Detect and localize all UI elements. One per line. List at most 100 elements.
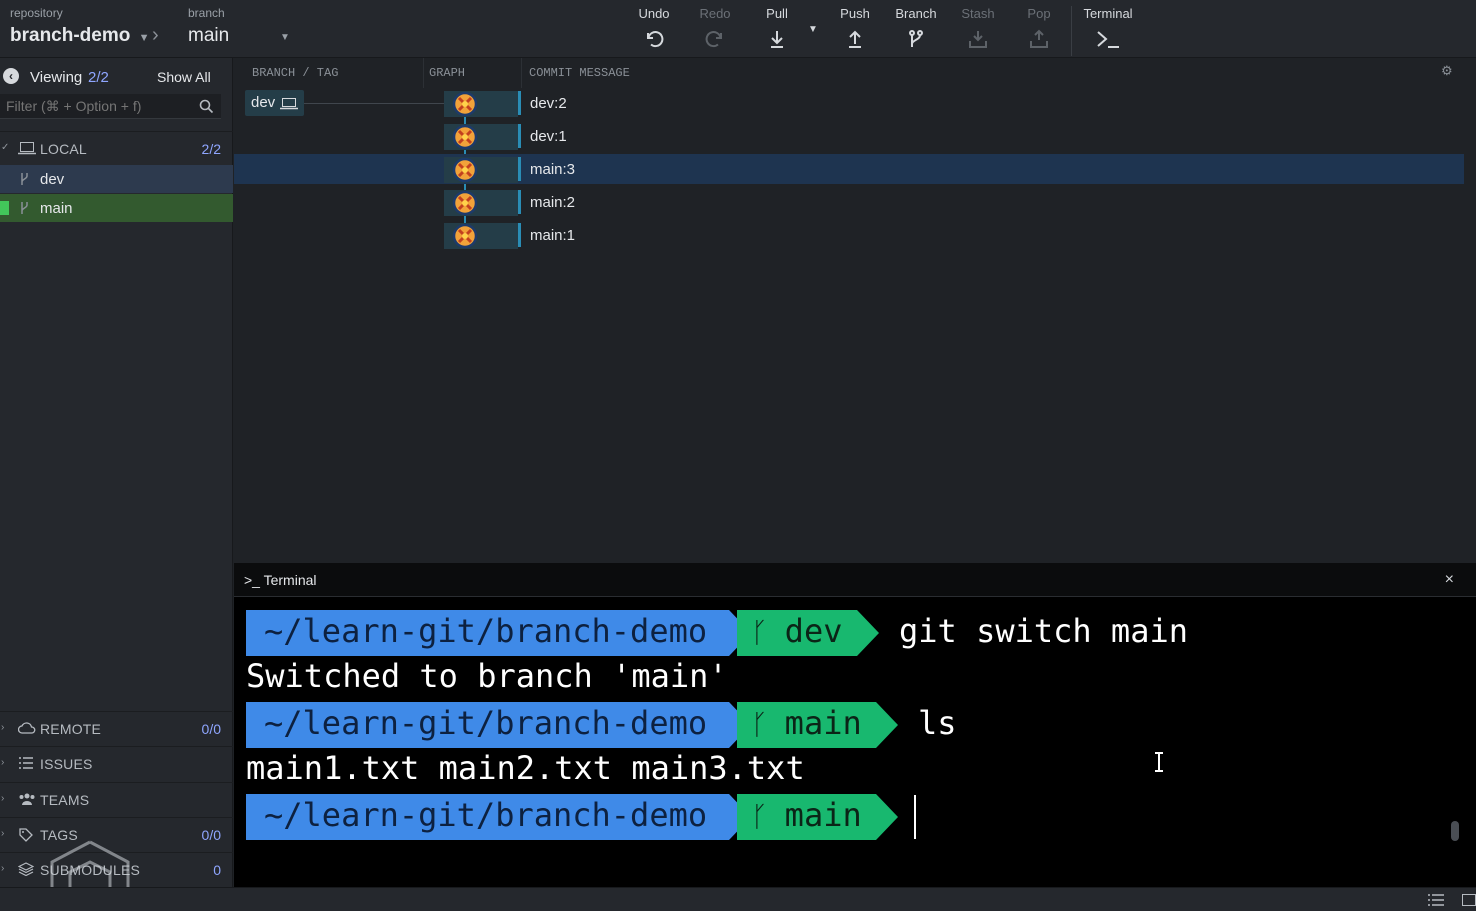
stash-button[interactable]: Stash (948, 6, 1008, 50)
row-marker (518, 190, 521, 214)
local-section-count: 2/2 (201, 141, 221, 157)
sidebar-branch-main[interactable]: main (0, 194, 233, 222)
text-cursor-icon (1155, 752, 1163, 772)
row-marker (518, 157, 521, 181)
redo-icon (705, 31, 722, 48)
stash-label: Stash (961, 6, 995, 21)
column-divider (521, 58, 522, 88)
chevron-right-icon: › (1, 828, 5, 839)
local-section-header[interactable]: ✓ LOCAL 2/2 (0, 131, 233, 165)
commit-message: main:1 (530, 227, 576, 244)
show-all-button[interactable]: Show All (157, 69, 211, 85)
checked-branch-marker (0, 201, 9, 215)
stash-icon (969, 31, 987, 48)
undo-button[interactable]: Undo (624, 6, 684, 50)
avatar-icon (452, 91, 478, 117)
close-icon[interactable]: × (1445, 571, 1454, 589)
row-marker (518, 91, 521, 115)
sidebar-branch-dev[interactable]: dev (0, 165, 233, 193)
commit-message-column-header[interactable]: COMMIT MESSAGE (529, 66, 630, 80)
branch-icon: ᚴ (751, 800, 785, 833)
terminal-output-line: Switched to branch 'main' (246, 657, 728, 695)
repository-name: branch-demo (10, 25, 131, 46)
status-bar (0, 887, 1476, 911)
commit-message: dev:1 (530, 128, 567, 145)
commit-row[interactable]: main:1 (234, 220, 1464, 250)
prompt-branch-name: main (784, 796, 862, 834)
pull-icon (771, 31, 783, 48)
redo-button[interactable]: Redo (685, 6, 745, 50)
toolbar: repository branch-demo ▼ › branch main ▼… (0, 0, 1476, 58)
pop-button[interactable]: Pop (1009, 6, 1069, 50)
branch-tag-column-header[interactable]: BRANCH / TAG (252, 66, 338, 80)
undo-label: Undo (638, 6, 670, 21)
viewing-bar: ‹ Viewing 2/2 Show All (0, 58, 233, 94)
repository-selector[interactable]: branch-demo ▼ (10, 25, 150, 47)
pop-icon (1030, 29, 1048, 48)
list-view-icon[interactable] (1428, 894, 1444, 906)
branch-selector[interactable]: main ▼ (188, 25, 293, 47)
commit-row[interactable]: main:3 (234, 154, 1464, 184)
issues-section-header[interactable]: › ISSUES (0, 746, 233, 780)
commit-row[interactable]: main:2 (234, 187, 1464, 217)
pull-options-dropdown[interactable]: ▼ (808, 24, 818, 35)
commit-row[interactable]: dev:2 (234, 88, 1464, 118)
commit-message: dev:2 (530, 95, 567, 112)
commit-graph-panel: BRANCH / TAG GRAPH COMMIT MESSAGE ⚙ dev … (234, 58, 1476, 563)
branch-icon: ᚴ (751, 616, 785, 649)
laptop-icon (18, 142, 36, 155)
row-marker (518, 223, 521, 247)
push-button[interactable]: Push (825, 6, 885, 50)
terminal-header: >_ Terminal × (234, 563, 1476, 597)
terminal-output-line: main1.txt main2.txt main3.txt (246, 749, 805, 787)
branch-icon (21, 173, 28, 185)
left-panel: ‹ Viewing 2/2 Show All ✓ LOCAL 2/2 dev m… (0, 58, 233, 888)
terminal-title-text: Terminal (263, 572, 317, 588)
branch-button[interactable]: Branch (886, 6, 946, 50)
filter-input[interactable] (0, 94, 190, 118)
avatar-icon (452, 190, 478, 216)
remote-section-title: REMOTE (40, 721, 102, 737)
keyboard-icon[interactable] (1462, 894, 1476, 906)
filter-bar (0, 94, 221, 119)
prompt-path: ~/learn-git/branch-demo (246, 794, 729, 840)
terminal-panel: >_ Terminal × ~/learn-git/branch-demo ᚴ d… (234, 563, 1476, 887)
chevron-down-icon: ▼ (280, 32, 290, 43)
layers-icon (18, 862, 34, 876)
graph-column-header[interactable]: GRAPH (429, 66, 465, 80)
prompt-separator (876, 702, 898, 748)
chevron-right-icon: › (1, 757, 5, 768)
local-section-title: LOCAL (40, 141, 87, 157)
branch-icon: ᚴ (751, 708, 785, 741)
remote-section-header[interactable]: › REMOTE 0/0 (0, 711, 233, 745)
column-divider (423, 58, 424, 88)
list-icon (19, 757, 33, 769)
branch-icon (21, 202, 28, 214)
prompt-branch: ᚴ main (737, 702, 876, 748)
cloud-icon (18, 722, 36, 734)
prompt-path: ~/learn-git/branch-demo (246, 610, 729, 656)
back-circle-icon[interactable]: ‹ (3, 68, 19, 84)
prompt-branch: ᚴ dev (737, 610, 857, 656)
terminal-icon (1097, 31, 1119, 48)
commit-row[interactable]: dev:1 (234, 121, 1464, 151)
teams-section-header[interactable]: › TEAMS (0, 782, 233, 816)
branch-label: branch (188, 6, 225, 20)
terminal-label: Terminal (1083, 6, 1133, 21)
pull-button[interactable]: Pull (747, 6, 807, 50)
pop-label: Pop (1027, 6, 1051, 21)
submodules-section-count: 0 (213, 862, 221, 878)
watermark-logo (50, 840, 130, 888)
terminal-icon: >_ (244, 572, 264, 588)
gear-icon[interactable]: ⚙ (1441, 63, 1453, 79)
sidebar-branch-label: dev (40, 171, 65, 188)
prompt-separator (876, 794, 898, 840)
branch-name: main (188, 25, 230, 46)
search-icon (199, 99, 214, 114)
terminal-button[interactable]: Terminal (1078, 6, 1138, 50)
toolbar-divider (1071, 6, 1072, 56)
chevron-right-icon: › (1, 863, 5, 874)
scrollbar-thumb[interactable] (1451, 821, 1459, 841)
terminal-title: >_ Terminal (244, 572, 317, 588)
remote-section-count: 0/0 (201, 721, 221, 737)
